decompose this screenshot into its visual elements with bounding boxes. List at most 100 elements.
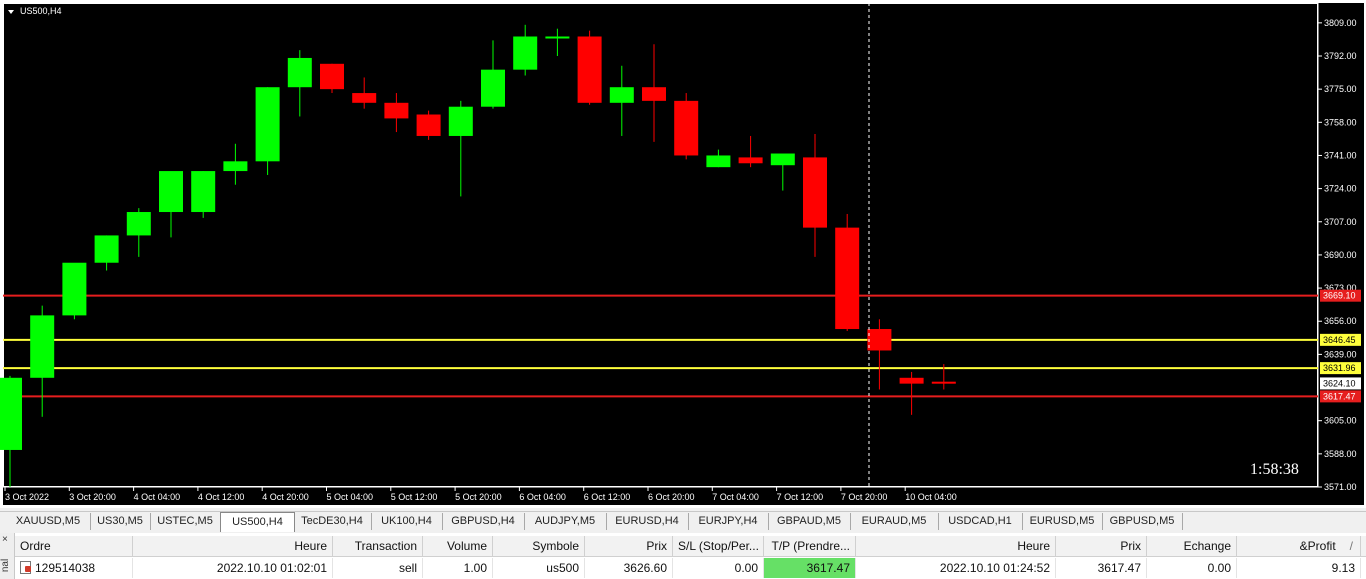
trade-cell-2: sell bbox=[333, 558, 423, 578]
trade-cell-10: 0.00 bbox=[1147, 558, 1237, 578]
column-header-label: Ordre bbox=[20, 539, 51, 553]
column-header-label: Symbole bbox=[532, 539, 579, 553]
chart-tab-us500-h4[interactable]: US500,H4 bbox=[220, 512, 295, 532]
price-axis-tick-label: 3605.00 bbox=[1324, 416, 1357, 426]
column-header[interactable]: Transaction bbox=[333, 536, 423, 556]
chart-tab-gbpaud-m5[interactable]: GBPAUD,M5 bbox=[768, 513, 851, 530]
time-axis-tick-label: 5 Oct 12:00 bbox=[391, 492, 438, 502]
chart-window[interactable]: US500,H4 3809.00 3792.00 3775.00 3758.00 3741… bbox=[0, 0, 1366, 508]
column-header-label: Prix bbox=[646, 539, 667, 553]
time-axis-tick-label: 10 Oct 04:00 bbox=[905, 492, 957, 502]
time-axis-tick-label: 3 Oct 2022 bbox=[5, 492, 49, 502]
price-axis-tick-label: 3724.00 bbox=[1324, 184, 1357, 194]
column-header[interactable]: Prix bbox=[1056, 536, 1147, 556]
column-header[interactable]: Prix bbox=[585, 536, 673, 556]
trade-cell-value: 2022.10.10 01:24:52 bbox=[939, 561, 1050, 575]
trade-cell-value: 9.13 bbox=[1331, 561, 1355, 575]
candle-body bbox=[835, 227, 860, 330]
column-header-label: Prix bbox=[1120, 539, 1141, 553]
trade-cell-value: us500 bbox=[546, 561, 579, 575]
candle-body bbox=[126, 212, 151, 236]
trade-cell-value: 3626.60 bbox=[623, 561, 667, 575]
trade-cell-4: us500 bbox=[493, 558, 585, 578]
column-header[interactable]: Echange bbox=[1147, 536, 1237, 556]
price-axis-tick-label: 3639.00 bbox=[1324, 349, 1357, 359]
trade-cell-1: 2022.10.10 01:02:01 bbox=[133, 558, 333, 578]
column-header-label: Heure bbox=[294, 539, 327, 553]
candle-body bbox=[416, 114, 441, 136]
trade-cell-value: 3617.47 bbox=[1097, 561, 1141, 575]
chart-tab-audjpy-m5[interactable]: AUDJPY,M5 bbox=[524, 513, 607, 530]
candle-body bbox=[609, 87, 634, 103]
candle-body bbox=[738, 157, 763, 164]
price-label-stop: 3617.47 bbox=[1323, 391, 1356, 401]
chart-background bbox=[3, 3, 1364, 505]
column-header[interactable]: Symbole bbox=[493, 536, 585, 556]
price-axis-tick-label: 3792.00 bbox=[1324, 51, 1357, 61]
time-axis-tick-label: 7 Oct 04:00 bbox=[712, 492, 759, 502]
chart-tab-eurjpy-h4[interactable]: EURJPY,H4 bbox=[688, 513, 769, 530]
candle-body bbox=[867, 329, 892, 351]
time-axis-tick-label: 3 Oct 20:00 bbox=[69, 492, 116, 502]
trade-cell-value: 129514038 bbox=[35, 561, 96, 575]
price-chart[interactable]: US500,H4 3809.00 3792.00 3775.00 3758.00 3741… bbox=[0, 0, 1366, 508]
terminal-side-label: nal bbox=[0, 558, 12, 573]
table-row[interactable]: 129514038 2022.10.10 01:02:01 sell 1.00 us50… bbox=[15, 558, 1366, 578]
column-header-label: &Profit bbox=[1299, 539, 1336, 553]
column-header[interactable]: Heure bbox=[856, 536, 1056, 556]
chart-tab-gbpusd-m5[interactable]: GBPUSD,M5 bbox=[1102, 513, 1183, 530]
trade-cell-6: 0.00 bbox=[673, 558, 764, 578]
chart-tab-eurusd-h4[interactable]: EURUSD,H4 bbox=[606, 513, 689, 530]
column-header-label: S/L (Stop/Per... bbox=[678, 539, 759, 553]
time-axis-tick-label: 6 Oct 12:00 bbox=[584, 492, 631, 502]
candle-body bbox=[0, 377, 22, 450]
time-axis-tick-label: 7 Oct 20:00 bbox=[841, 492, 888, 502]
trade-cell-value: 3617.47 bbox=[806, 561, 850, 575]
candle-body bbox=[94, 235, 119, 263]
column-header-label: Echange bbox=[1183, 539, 1231, 553]
chart-tab-euraud-m5[interactable]: EURAUD,M5 bbox=[850, 513, 939, 530]
trade-cell-value: 0.00 bbox=[734, 561, 758, 575]
chart-tab-gbpusd-h4[interactable]: GBPUSD,H4 bbox=[442, 513, 525, 530]
column-header[interactable]: T/P (Prendre... bbox=[764, 536, 856, 556]
sort-indicator-icon: / bbox=[1349, 539, 1353, 553]
price-axis-tick-label: 3656.00 bbox=[1324, 316, 1357, 326]
column-header-label: Volume bbox=[446, 539, 487, 553]
column-header[interactable]: S/L (Stop/Per... bbox=[673, 536, 764, 556]
trade-cell-value: sell bbox=[398, 561, 417, 575]
candle-body bbox=[159, 171, 183, 213]
price-axis-tick-label: 3809.00 bbox=[1324, 18, 1357, 28]
order-icon bbox=[20, 561, 31, 574]
candle-body bbox=[577, 36, 602, 103]
terminal-side-strip: × nal bbox=[0, 533, 15, 579]
chart-tab-us30-m5[interactable]: US30,M5 bbox=[90, 513, 151, 530]
candle-body bbox=[191, 171, 216, 213]
candle-body bbox=[931, 381, 956, 384]
price-axis-tick-label: 3571.00 bbox=[1324, 482, 1357, 492]
chart-tab-eurusd-m5[interactable]: EURUSD,M5 bbox=[1022, 513, 1103, 530]
chart-tab-usdcad-h1[interactable]: USDCAD,H1 bbox=[938, 513, 1023, 530]
column-header[interactable]: Heure bbox=[133, 536, 333, 556]
price-label-current: 3624.10 bbox=[1323, 378, 1356, 388]
candle-body bbox=[448, 106, 473, 136]
candle-body bbox=[30, 315, 55, 378]
chart-tab-ustec-m5[interactable]: USTEC,M5 bbox=[150, 513, 221, 530]
chart-tab-xauusd-m5[interactable]: XAUUSD,M5 bbox=[6, 513, 91, 530]
trade-cell-value: 0.00 bbox=[1207, 561, 1231, 575]
time-axis-tick-label: 6 Oct 04:00 bbox=[519, 492, 566, 502]
price-axis-tick-label: 3690.00 bbox=[1324, 250, 1357, 260]
column-header[interactable]: Ordre bbox=[15, 536, 133, 556]
price-axis-tick-label: 3758.00 bbox=[1324, 117, 1357, 127]
chart-tab-uk100-h4[interactable]: UK100,H4 bbox=[371, 513, 443, 530]
candle-body bbox=[706, 155, 731, 168]
column-header[interactable]: Volume bbox=[423, 536, 493, 556]
candle-body bbox=[223, 161, 248, 172]
price-axis-tick-label: 3707.00 bbox=[1324, 217, 1357, 227]
column-header[interactable]: &Profit / bbox=[1237, 536, 1361, 556]
time-axis-tick-label: 4 Oct 12:00 bbox=[198, 492, 245, 502]
chart-tab-tecde30-h4[interactable]: TecDE30,H4 bbox=[293, 513, 372, 530]
time-axis-tick-label: 5 Oct 20:00 bbox=[455, 492, 502, 502]
close-icon[interactable]: × bbox=[2, 534, 8, 545]
column-header-label: Transaction bbox=[354, 539, 417, 553]
candle-body bbox=[770, 153, 795, 166]
